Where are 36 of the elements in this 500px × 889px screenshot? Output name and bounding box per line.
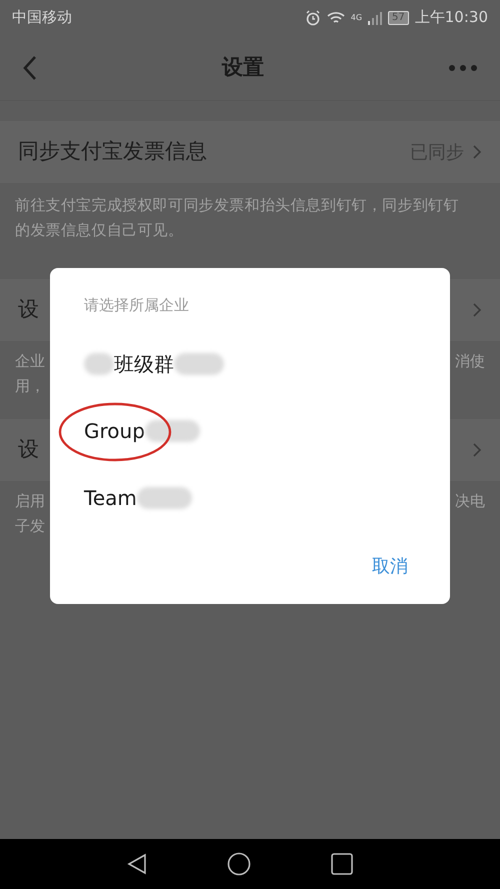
company-option-row[interactable]: 班级群 [54, 330, 416, 398]
company-name: Team [84, 485, 137, 512]
chevron-right-icon [472, 144, 482, 160]
nav-recents-icon[interactable] [331, 853, 353, 875]
row-description: 消使 [455, 351, 485, 372]
signal-icon [368, 10, 382, 24]
page-title: 设置 [222, 54, 264, 81]
row-title: 设 [18, 296, 39, 324]
row-description: 决电 [455, 491, 485, 512]
row-title: 同步支付宝发票信息 [18, 138, 207, 166]
more-icon[interactable] [448, 64, 478, 72]
row-description: 子发 [15, 516, 45, 537]
dialog-title: 请选择所属企业 [84, 295, 190, 316]
clock-time: 上午10:30 [414, 7, 488, 28]
company-name: Group [84, 418, 145, 445]
company-option-row[interactable]: Group [54, 398, 416, 464]
company-name: 班级群 [114, 351, 174, 378]
row-description: 启用 [15, 491, 45, 512]
blurred-text [174, 353, 224, 375]
battery-level: 57 [388, 10, 409, 24]
nav-home-icon[interactable] [227, 852, 251, 876]
row-description: 用， [15, 376, 45, 397]
carrier-name: 中国移动 [12, 7, 72, 28]
row-description: 企业 [15, 351, 45, 372]
company-option-row[interactable]: Team [54, 464, 416, 532]
back-icon[interactable] [22, 54, 38, 80]
chevron-right-icon [472, 442, 482, 458]
row-description: 前往支付宝完成授权即可同步发票和抬头信息到钉钉，同步到钉钉的发票信息仅自己可见。 [14, 195, 460, 241]
row-title: 设 [18, 436, 39, 464]
blurred-text [136, 487, 192, 509]
alarm-icon [304, 10, 321, 26]
wifi-icon [326, 10, 345, 24]
blurred-text [144, 420, 200, 442]
network-type: 4G [350, 12, 362, 24]
chevron-right-icon [472, 302, 482, 318]
nav-back-icon[interactable] [127, 853, 147, 875]
